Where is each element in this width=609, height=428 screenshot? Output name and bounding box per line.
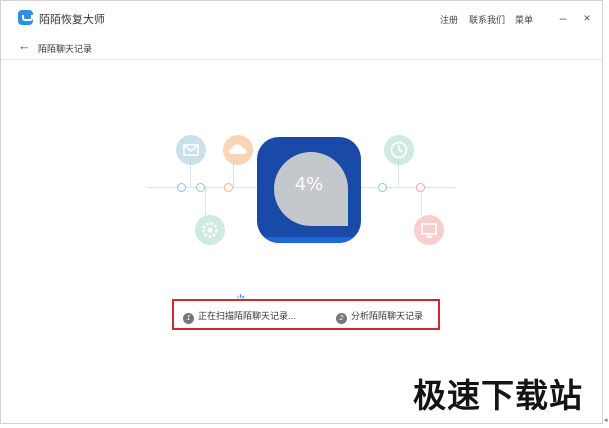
mail-icon (176, 135, 206, 165)
step-number-badge: 2 (336, 313, 347, 324)
connector-stem (205, 188, 206, 216)
timeline-node (177, 183, 186, 192)
gear-icon (195, 215, 225, 245)
timeline-node (378, 183, 387, 192)
page-title: 陌陌聊天记录 (38, 44, 93, 54)
app-logo-icon (18, 10, 33, 25)
connector-line-right (361, 187, 456, 188)
contact-us-link[interactable]: 联系我们 (469, 13, 505, 26)
scan-progress-tile: 4% (257, 137, 361, 243)
clock-icon (384, 135, 414, 165)
timeline-node (196, 183, 205, 192)
timeline-node (416, 183, 425, 192)
close-button[interactable]: × (580, 11, 594, 25)
timeline-node (224, 183, 233, 192)
minimize-button[interactable]: – (556, 11, 570, 25)
connector-stem (421, 188, 422, 216)
cloud-icon (223, 135, 253, 165)
title-bar: 陌陌恢复大师 注册 联系我们 菜单 – × (1, 1, 602, 34)
scan-steps-panel: 1 正在扫描陌陌聊天记录... 2 分析陌陌聊天记录 (172, 299, 440, 330)
menu-link[interactable]: 菜单 (515, 13, 533, 26)
step-analyzing: 2 分析陌陌聊天记录 (336, 309, 423, 324)
register-link[interactable]: 注册 (440, 13, 458, 26)
step-label: 分析陌陌聊天记录 (351, 311, 424, 321)
back-arrow-icon[interactable]: ← (18, 38, 31, 53)
step-number-badge: 1 (183, 313, 194, 324)
tile-bottom-strip (257, 237, 361, 243)
resize-handle-icon[interactable]: ◂ (604, 416, 608, 424)
scan-progress-percent: 4% (294, 174, 324, 195)
step-label: 正在扫描陌陌聊天记录... (198, 311, 296, 321)
site-watermark: 极速下载站 (413, 376, 583, 415)
monitor-icon (414, 215, 444, 245)
app-window: 陌陌恢复大师 注册 联系我们 菜单 – × ← 陌陌聊天记录 4% 1 正在扫描… (0, 0, 603, 424)
app-title: 陌陌恢复大师 (39, 14, 105, 26)
sub-header: ← 陌陌聊天记录 (1, 34, 602, 60)
step-scanning: 1 正在扫描陌陌聊天记录... (183, 309, 296, 324)
